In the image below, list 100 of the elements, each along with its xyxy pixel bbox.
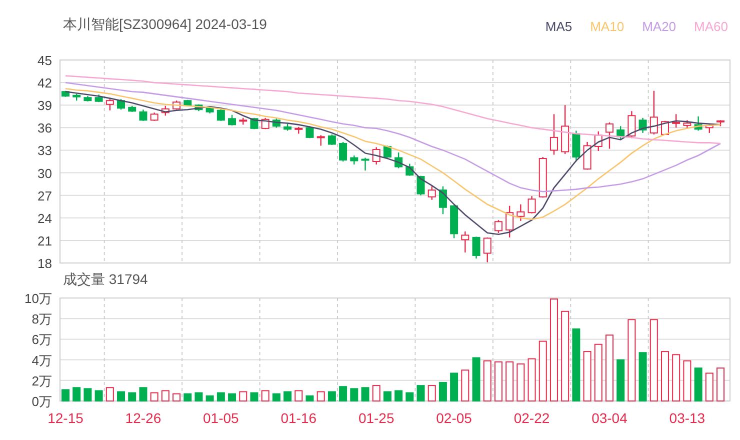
volume-bar (416, 385, 425, 402)
candlestick (216, 108, 225, 121)
candlestick (72, 94, 81, 101)
volume-bar (716, 368, 724, 402)
volume-bar (506, 361, 514, 402)
axis-label: 03-13 (669, 410, 706, 426)
candlestick (228, 114, 236, 126)
volume-bar (372, 385, 380, 402)
volume-bar (272, 393, 280, 402)
volume-bar (383, 391, 392, 402)
axis-label: 39 (38, 98, 52, 114)
volume-bar (528, 358, 536, 402)
volume-bar (461, 370, 470, 402)
candlestick (550, 114, 558, 155)
candlestick (538, 157, 547, 198)
axis-label: 10万 (24, 292, 52, 306)
volume-bar (672, 354, 680, 402)
axis-label: 24 (38, 210, 52, 226)
axis-label: 12-15 (48, 410, 84, 426)
axis-label: 42 (38, 76, 52, 91)
axis-label: 27 (38, 188, 52, 204)
candlestick (616, 126, 625, 139)
candlestick (150, 112, 158, 121)
volume-bar (172, 393, 181, 402)
candlestick (716, 120, 724, 126)
axis-label: 21 (38, 233, 52, 248)
candlestick (461, 231, 470, 252)
candlestick (328, 134, 336, 145)
volume-bar (306, 395, 314, 402)
candlestick (94, 94, 103, 102)
volume-bar (106, 387, 114, 402)
candlestick (650, 90, 658, 134)
candlestick (628, 111, 636, 138)
axis-label: 8万 (32, 312, 52, 327)
volume-bar (494, 361, 502, 402)
volume-bar (406, 392, 414, 402)
volume-bar (339, 386, 348, 402)
legend-item: MA5 (545, 19, 572, 34)
candlestick (372, 147, 380, 164)
volume-bar (94, 390, 103, 402)
candlestick (494, 220, 502, 233)
candlestick (106, 99, 114, 110)
axis-label: 2万 (32, 373, 52, 388)
volume-bar (62, 389, 70, 402)
candlestick (638, 118, 647, 133)
axis-label: 4万 (32, 352, 52, 368)
candlestick (383, 146, 392, 158)
candlestick (239, 118, 248, 125)
volume-bar (128, 392, 136, 402)
candlestick (594, 131, 602, 151)
candlestick (194, 104, 203, 112)
axis-label: 45 (38, 53, 52, 68)
axis-label: 03-04 (592, 410, 628, 426)
volume-bar (284, 391, 292, 402)
volume-bar (605, 334, 614, 402)
axis-label: 18 (38, 256, 52, 268)
candlestick (672, 114, 680, 128)
volume-bar (361, 387, 370, 402)
axis-label: 02-22 (514, 410, 550, 426)
axis-label: 6万 (32, 332, 52, 348)
candlestick (406, 164, 414, 176)
volume-bar (394, 390, 403, 402)
volume-bar (350, 388, 358, 402)
candlestick (583, 142, 592, 170)
volume-bar (216, 392, 225, 402)
candlestick (572, 130, 580, 162)
volume-bar (117, 391, 125, 402)
volume-bar (694, 368, 702, 402)
volume-bar (228, 393, 236, 402)
candlestick (272, 118, 280, 128)
candlestick (117, 99, 125, 110)
legend-item: MA10 (590, 19, 624, 34)
candlestick (428, 186, 436, 200)
candlestick (206, 106, 214, 114)
candlestick (694, 116, 702, 131)
volume-bar (438, 382, 447, 402)
volume-bar (139, 387, 148, 402)
legend-item: MA60 (694, 19, 728, 34)
volume-bar (683, 360, 692, 402)
volume-bar (516, 363, 525, 402)
volume-bar (261, 390, 270, 402)
candlestick (683, 120, 692, 128)
volume-bar (184, 393, 192, 402)
candlestick (394, 152, 403, 168)
candlestick (350, 155, 358, 164)
volume-bar (194, 392, 203, 402)
volume-bar (638, 352, 647, 402)
volume-bar (705, 372, 714, 402)
candlestick (128, 106, 136, 112)
volume-bar (161, 390, 170, 402)
candlestick (516, 204, 525, 221)
candlestick (62, 90, 70, 97)
axis-label: 01-25 (358, 410, 394, 426)
volume-bar (150, 392, 158, 402)
axis-label: 33 (38, 143, 52, 158)
volume-bar (583, 351, 592, 402)
volume-bar (428, 385, 436, 402)
volume-bar (84, 388, 92, 402)
volume-bar (594, 344, 602, 402)
candlestick (294, 126, 303, 134)
